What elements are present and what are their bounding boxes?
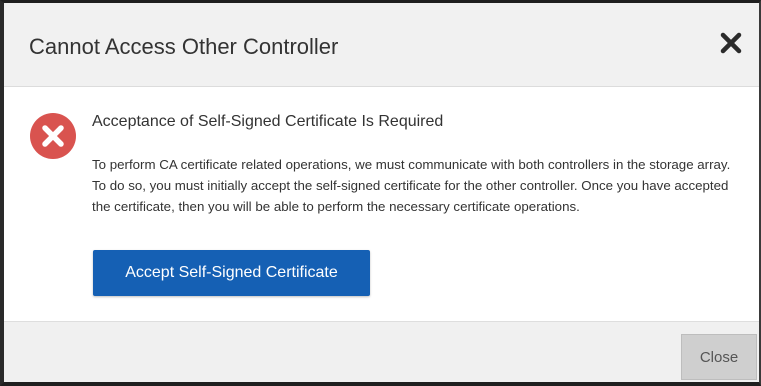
dialog-body: Acceptance of Self-Signed Certificate Is… (4, 87, 759, 321)
dialog-footer: Close (4, 321, 759, 382)
dialog-header: Cannot Access Other Controller (4, 3, 759, 87)
message-text: To perform CA certificate related operat… (92, 157, 731, 214)
accept-certificate-button[interactable]: Accept Self-Signed Certificate (93, 250, 370, 296)
dialog-title: Cannot Access Other Controller (29, 34, 339, 59)
close-icon[interactable] (715, 27, 747, 59)
error-icon (29, 112, 77, 160)
message-heading: Acceptance of Self-Signed Certificate Is… (92, 113, 444, 130)
dialog: Cannot Access Other Controller Acceptanc… (0, 0, 761, 386)
close-button[interactable]: Close (681, 334, 757, 380)
